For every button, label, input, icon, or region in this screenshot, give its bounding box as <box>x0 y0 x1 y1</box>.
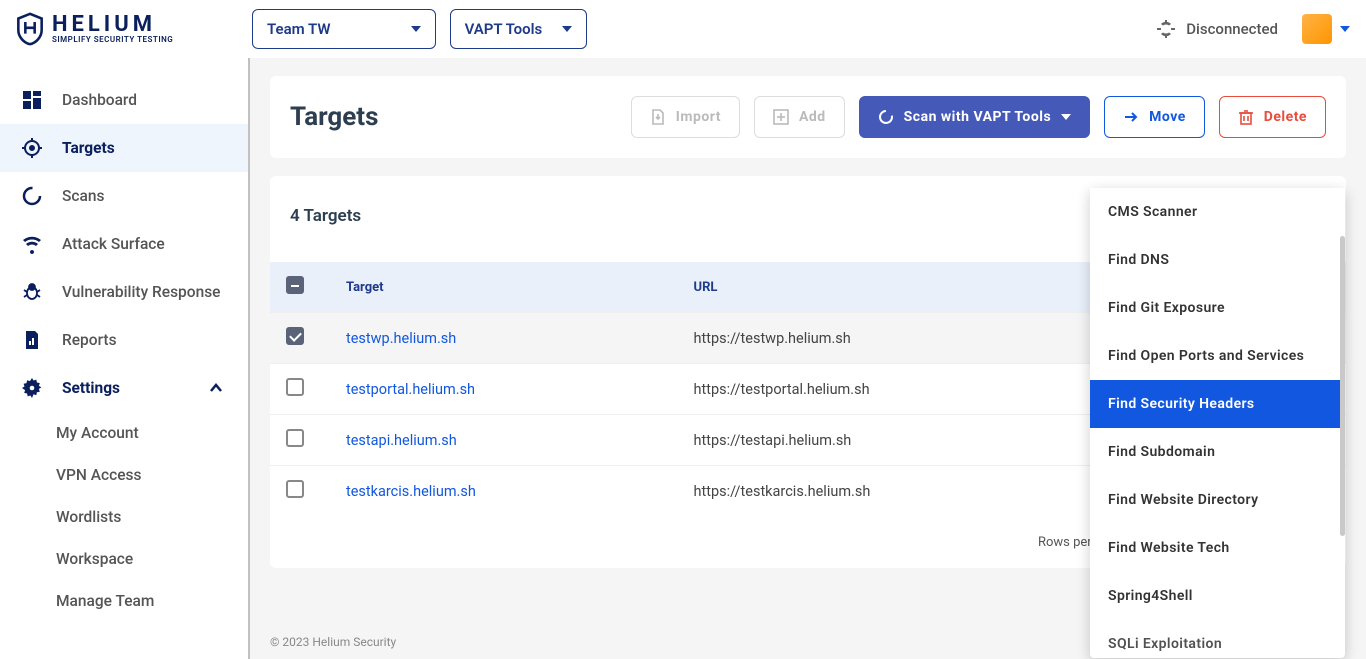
target-url: https://testportal.helium.sh <box>678 364 1126 415</box>
sidebar-item-label: Reports <box>62 331 117 349</box>
chevron-down-icon <box>411 26 421 32</box>
button-label: Move <box>1149 109 1186 125</box>
logo[interactable]: HELIUM SIMPLIFY SECURITY TESTING <box>16 12 252 46</box>
scan-menu-item[interactable]: CMS Scanner <box>1090 188 1345 236</box>
sidebar: Dashboard Targets Scans Attack Surface V… <box>0 58 250 659</box>
sidebar-sub-my-account[interactable]: My Account <box>0 412 248 454</box>
sidebar-sub-workspace[interactable]: Workspace <box>0 538 248 580</box>
chevron-down-icon <box>562 26 572 32</box>
move-button[interactable]: Move <box>1104 96 1205 138</box>
globe-icon <box>1156 19 1176 39</box>
scan-menu-item[interactable]: Find Website Directory <box>1090 476 1345 524</box>
sidebar-item-vulnerability-response[interactable]: Vulnerability Response <box>0 268 248 316</box>
bug-icon <box>22 282 42 302</box>
target-url: https://testapi.helium.sh <box>678 415 1126 466</box>
button-label: Delete <box>1264 109 1307 125</box>
sidebar-item-label: Vulnerability Response <box>62 283 220 301</box>
chevron-down-icon <box>1061 114 1071 120</box>
scan-menu-item[interactable]: Find DNS <box>1090 236 1345 284</box>
targets-count: 4 Targets <box>290 206 361 226</box>
col-url[interactable]: URL <box>678 262 1126 313</box>
sidebar-item-label: Attack Surface <box>62 235 165 253</box>
scan-icon <box>878 109 894 125</box>
select-all-checkbox[interactable] <box>286 276 304 294</box>
gear-icon <box>22 378 42 398</box>
logo-sub: SIMPLIFY SECURITY TESTING <box>52 36 173 44</box>
button-label: Add <box>799 109 826 125</box>
sidebar-sub-manage-team[interactable]: Manage Team <box>0 580 248 622</box>
sidebar-item-settings[interactable]: Settings <box>0 364 248 412</box>
sidebar-item-label: Settings <box>62 379 120 397</box>
target-url: https://testwp.helium.sh <box>678 313 1126 364</box>
team-selector-label: Team TW <box>267 20 331 38</box>
report-icon <box>22 330 42 350</box>
trash-icon <box>1238 109 1254 125</box>
dashboard-icon <box>22 90 42 110</box>
scan-menu-item[interactable]: Find Git Exposure <box>1090 284 1345 332</box>
arrow-right-icon <box>1123 109 1139 125</box>
row-checkbox[interactable] <box>286 378 304 396</box>
logo-shield-icon <box>16 12 44 46</box>
row-checkbox[interactable] <box>286 480 304 498</box>
button-label: Scan with VAPT Tools <box>904 109 1051 125</box>
chevron-up-icon <box>206 378 226 398</box>
connection-status-label: Disconnected <box>1186 20 1278 38</box>
page-header: Targets Import Add Scan with VAPT Tools <box>270 76 1346 158</box>
sidebar-sub-vpn-access[interactable]: VPN Access <box>0 454 248 496</box>
tools-selector-label: VAPT Tools <box>465 20 543 38</box>
scan-menu-item[interactable]: Find Subdomain <box>1090 428 1345 476</box>
team-selector[interactable]: Team TW <box>252 9 436 49</box>
scan-tools-menu: CMS ScannerFind DNSFind Git ExposureFind… <box>1090 188 1345 658</box>
main-content: Targets Import Add Scan with VAPT Tools <box>250 58 1366 659</box>
scan-menu-item[interactable]: Find Website Tech <box>1090 524 1345 572</box>
target-link[interactable]: testapi.helium.sh <box>346 432 457 449</box>
sidebar-item-reports[interactable]: Reports <box>0 316 248 364</box>
tools-selector[interactable]: VAPT Tools <box>450 9 588 49</box>
add-button[interactable]: Add <box>754 96 845 138</box>
row-checkbox[interactable] <box>286 327 304 345</box>
toolbar: Import Add Scan with VAPT Tools Move <box>631 96 1326 138</box>
target-icon <box>22 138 42 158</box>
sidebar-item-targets[interactable]: Targets <box>0 124 248 172</box>
scan-icon <box>22 186 42 206</box>
top-bar: HELIUM SIMPLIFY SECURITY TESTING Team TW… <box>0 0 1366 58</box>
sidebar-sub-wordlists[interactable]: Wordlists <box>0 496 248 538</box>
sidebar-item-scans[interactable]: Scans <box>0 172 248 220</box>
logo-main: HELIUM <box>52 14 173 36</box>
target-link[interactable]: testportal.helium.sh <box>346 381 475 398</box>
scan-menu-item[interactable]: Spring4Shell <box>1090 572 1345 620</box>
scan-menu-item[interactable]: Find Security Headers <box>1090 380 1345 428</box>
sidebar-item-label: Dashboard <box>62 91 137 109</box>
sidebar-item-dashboard[interactable]: Dashboard <box>0 76 248 124</box>
sidebar-item-label: Targets <box>62 139 115 157</box>
target-url: https://testkarcis.helium.sh <box>678 466 1126 517</box>
scan-with-vapt-button[interactable]: Scan with VAPT Tools <box>859 96 1090 138</box>
user-menu-chevron-icon[interactable] <box>1340 26 1350 32</box>
avatar[interactable] <box>1302 14 1332 44</box>
sidebar-item-label: Scans <box>62 187 104 205</box>
wifi-icon <box>22 234 42 254</box>
import-button[interactable]: Import <box>631 96 740 138</box>
connection-status: Disconnected <box>1156 19 1278 39</box>
logo-text: HELIUM SIMPLIFY SECURITY TESTING <box>52 14 173 44</box>
scan-menu-item[interactable]: SQLi Exploitation <box>1090 620 1345 658</box>
button-label: Import <box>676 109 721 125</box>
delete-button[interactable]: Delete <box>1219 96 1326 138</box>
scan-menu-item[interactable]: Find Open Ports and Services <box>1090 332 1345 380</box>
col-target[interactable]: Target <box>330 262 678 313</box>
import-icon <box>650 109 666 125</box>
sidebar-item-attack-surface[interactable]: Attack Surface <box>0 220 248 268</box>
target-link[interactable]: testkarcis.helium.sh <box>346 483 476 500</box>
target-link[interactable]: testwp.helium.sh <box>346 330 456 347</box>
page-title: Targets <box>290 102 378 132</box>
add-icon <box>773 109 789 125</box>
row-checkbox[interactable] <box>286 429 304 447</box>
